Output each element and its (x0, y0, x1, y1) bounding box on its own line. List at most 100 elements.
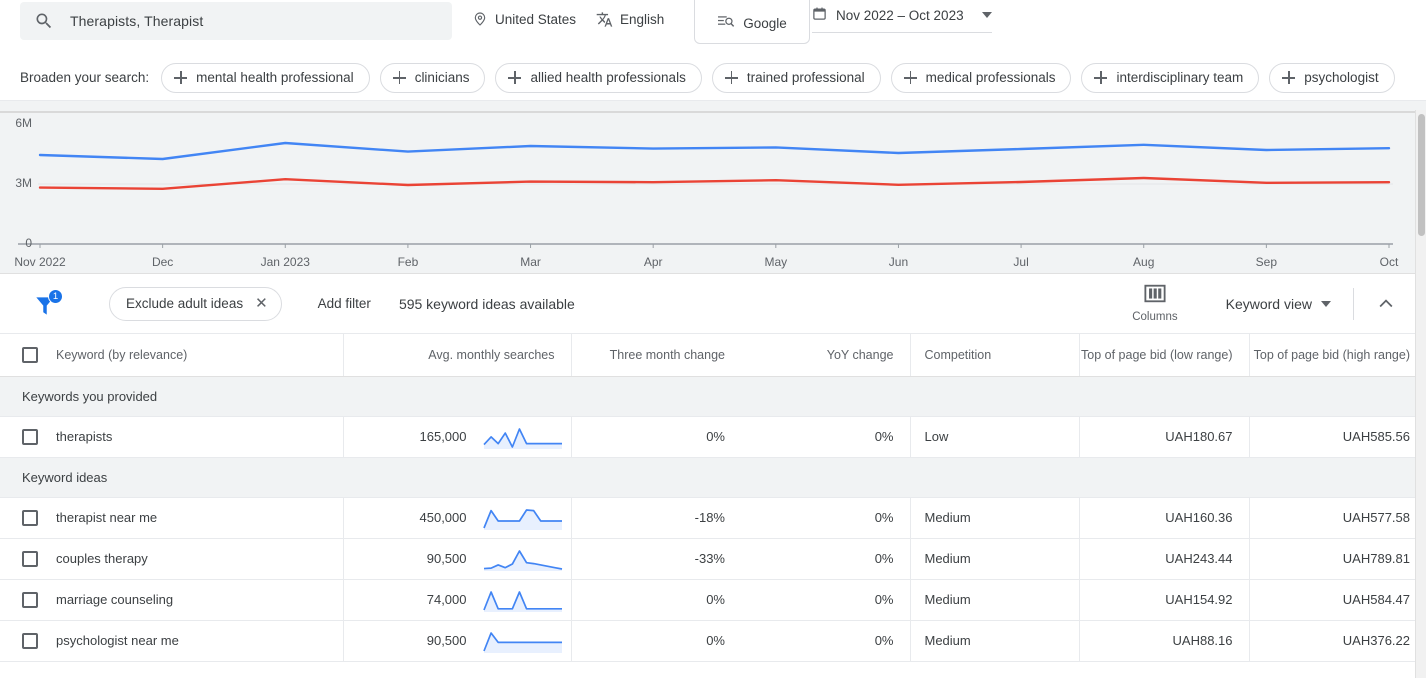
network-label: Google (743, 16, 787, 31)
table-row[interactable]: psychologist near me 90,500 0% 0% Medium UAH8… (0, 620, 1426, 662)
table-row[interactable]: couples therapy 90,500 -33% 0% Medium UAH243.… (0, 538, 1426, 580)
columns-icon (1144, 284, 1166, 308)
table-row[interactable]: therapists 165,000 0% 0% Low UAH180.67 UAH585.… (0, 416, 1426, 458)
keyword-label[interactable]: therapist near me (56, 510, 157, 525)
cell-bid-low: UAH160.36 (1078, 497, 1249, 539)
add-filter-button[interactable]: Add filter (318, 296, 371, 311)
cell-three-month-change: 0% (570, 579, 741, 621)
chevron-down-icon[interactable] (982, 12, 992, 18)
chart-y-tick-0: 0 (25, 236, 32, 250)
location-selector[interactable]: United States (472, 11, 576, 27)
filter-funnel-icon[interactable]: 1 (30, 288, 64, 319)
vertical-scrollbar-thumb[interactable] (1418, 114, 1425, 236)
active-filter-chip[interactable]: Exclude adult ideas ✕ (109, 286, 282, 321)
keyword-label[interactable]: marriage counseling (56, 592, 173, 607)
chart-x-tick: Dec (151, 255, 174, 269)
search-input[interactable]: Therapists, Therapist (20, 2, 452, 40)
cell-yoy-change: 0% (741, 497, 910, 539)
chart-x-tick: Feb (397, 255, 419, 269)
table-body: Keywords you provided therapists 165,000 0%… (0, 376, 1426, 662)
table-group-title: Keyword ideas (0, 457, 1426, 498)
avg-monthly-searches-value: 450,000 (419, 510, 467, 525)
column-header-three-month-change[interactable]: Three month change (570, 334, 741, 377)
plus-icon (174, 71, 188, 84)
chart-x-tick: Mar (520, 255, 541, 269)
broaden-chip-4[interactable]: medical professionals (890, 62, 1072, 93)
keyword-results-table: Keyword (by relevance) Avg. monthly sear… (0, 334, 1426, 662)
chart-x-tick: Aug (1133, 255, 1155, 269)
chevron-down-icon (1321, 300, 1331, 307)
cell-competition: Medium (909, 579, 1079, 621)
sparkline (482, 427, 562, 449)
broaden-chip-label: psychologist (1304, 70, 1379, 85)
broaden-chip-label: medical professionals (925, 70, 1056, 85)
broaden-chip-1[interactable]: clinicians (379, 62, 486, 93)
collapse-chart-button[interactable] (1354, 294, 1410, 314)
date-range-selector[interactable]: Nov 2022 – Oct 2023 (812, 6, 992, 33)
sparkline (483, 549, 562, 571)
vertical-scrollbar[interactable] (1415, 110, 1426, 678)
table-header-row: Keyword (by relevance) Avg. monthly sear… (0, 334, 1426, 377)
column-header-label: Keyword (by relevance) (56, 347, 188, 362)
broaden-search-bar: Broaden your search: mental health profe… (0, 55, 1426, 101)
cell-bid-high: UAH789.81 (1248, 538, 1426, 580)
column-header-bid-low[interactable]: Top of page bid (low range) (1078, 334, 1249, 377)
column-header-competition[interactable]: Competition (909, 334, 1079, 377)
row-checkbox[interactable] (22, 428, 38, 445)
columns-button[interactable]: Columns (1122, 284, 1187, 323)
broaden-chip-6[interactable]: psychologist (1269, 62, 1395, 93)
search-network-icon (717, 14, 735, 33)
table-row[interactable]: marriage counseling 74,000 0% 0% Medium UAH15… (0, 579, 1426, 621)
view-selector[interactable]: Keyword view (1226, 296, 1331, 312)
cell-competition: Medium (909, 620, 1079, 662)
row-checkbox[interactable] (22, 632, 38, 649)
cell-bid-high: UAH585.56 (1248, 416, 1426, 458)
column-header-avg-monthly-searches[interactable]: Avg. monthly searches (342, 334, 571, 377)
calendar-icon (812, 6, 828, 24)
broaden-chip-5[interactable]: interdisciplinary team (1081, 62, 1260, 93)
cell-keyword: therapist near me (0, 497, 343, 539)
language-selector[interactable]: English (596, 11, 664, 28)
table-group-header-row: Keywords you provided (0, 376, 1426, 417)
chevron-up-icon (1379, 298, 1393, 307)
table-header: Keyword (by relevance) Avg. monthly sear… (0, 334, 1426, 377)
cell-yoy-change: 0% (741, 579, 910, 621)
broaden-chip-2[interactable]: allied health professionals (495, 62, 702, 93)
broaden-chip-label: mental health professional (196, 70, 354, 85)
chart-top-border (0, 111, 1426, 113)
broaden-chip-3[interactable]: trained professional (711, 62, 881, 93)
cell-competition: Low (909, 416, 1079, 458)
search-input-value: Therapists, Therapist (70, 13, 204, 29)
filter-count-badge: 1 (48, 288, 63, 304)
broaden-label: Broaden your search: (20, 70, 150, 85)
keyword-label[interactable]: psychologist near me (56, 633, 179, 648)
close-icon[interactable]: ✕ (255, 296, 268, 311)
sparkline (482, 631, 562, 653)
column-header-bid-high[interactable]: Top of page bid (high range) (1248, 334, 1426, 377)
view-label: Keyword view (1225, 295, 1312, 312)
cell-three-month-change: -33% (570, 538, 741, 580)
select-all-checkbox[interactable] (22, 346, 38, 363)
column-header-keyword[interactable]: Keyword (by relevance) (0, 334, 343, 377)
active-filter-label: Exclude adult ideas (126, 296, 244, 311)
keyword-label[interactable]: therapists (56, 429, 112, 444)
column-header-yoy-change[interactable]: YoY change (741, 334, 910, 377)
sparkline (482, 508, 562, 530)
network-selector[interactable]: Google (694, 0, 810, 44)
columns-label: Columns (1132, 311, 1178, 323)
cell-yoy-change: 0% (741, 416, 910, 458)
table-row[interactable]: therapist near me 450,000 -18% 0% Medium UAH1… (0, 497, 1426, 539)
broaden-chip-0[interactable]: mental health professional (161, 62, 370, 93)
keyword-label[interactable]: couples therapy (56, 551, 148, 566)
row-checkbox[interactable] (22, 550, 38, 567)
cell-keyword: therapists (0, 416, 343, 458)
row-checkbox[interactable] (22, 591, 38, 608)
plus-icon (1094, 71, 1108, 84)
location-pin-icon (472, 11, 488, 27)
cell-bid-low: UAH180.67 (1078, 416, 1249, 458)
row-checkbox[interactable] (22, 509, 38, 526)
search-icon (32, 9, 56, 33)
cell-bid-high: UAH584.47 (1248, 579, 1426, 621)
top-toolbar: Therapists, Therapist United States Engl… (0, 0, 1426, 55)
chart-x-tick: Oct (1379, 255, 1399, 269)
